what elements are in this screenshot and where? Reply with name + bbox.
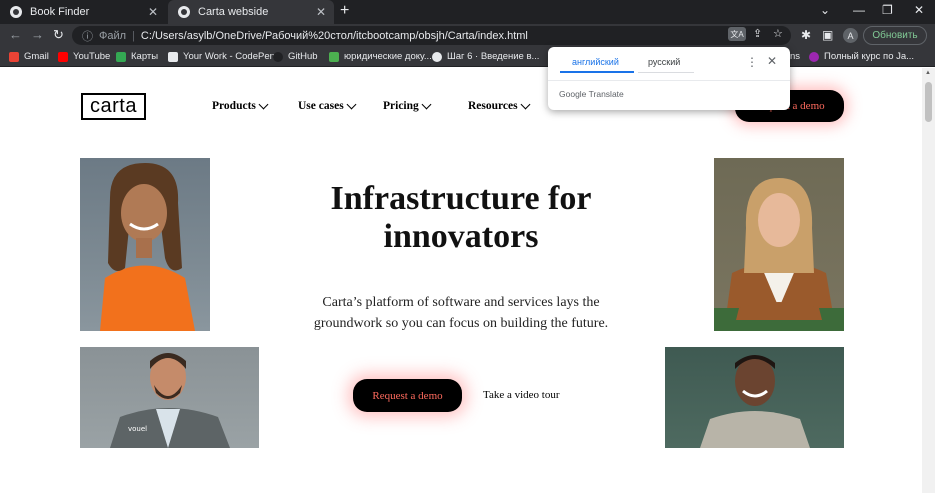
chevron-down-icon — [258, 99, 269, 109]
chevron-down-icon — [520, 99, 531, 109]
translate-icon[interactable]: 文A — [728, 27, 746, 41]
tab-close-icon[interactable]: ✕ — [316, 5, 326, 19]
reload-icon[interactable]: ↻ — [53, 27, 64, 43]
bookmark-step6[interactable]: Шаг 6 · Введение в... — [432, 51, 539, 62]
update-button[interactable]: Обновить — [863, 26, 927, 45]
hero-subheadline: Carta’s platform of software and service… — [313, 295, 609, 331]
github-icon — [273, 51, 283, 62]
more-options-icon[interactable]: ⋮ — [746, 55, 758, 69]
globe-icon — [10, 6, 22, 18]
side-panel-icon[interactable]: ▣ — [822, 28, 833, 42]
scroll-up-arrow-icon[interactable]: ▲ — [925, 70, 931, 76]
bookmark-ja-course[interactable]: Полный курс по Ja... — [809, 51, 914, 62]
gmail-icon — [9, 51, 19, 62]
tab-search-icon[interactable]: ⌄ — [820, 3, 830, 17]
tab-divider — [638, 72, 694, 73]
chevron-down-icon — [346, 99, 357, 109]
page-content: carta Products Use cases Pricing Resourc… — [0, 68, 922, 493]
nav-products[interactable]: Products — [212, 99, 269, 112]
browser-toolbar: ← → ↻ ⓘ Файл | C:/Users/asylb/OneDrive/Р… — [0, 24, 935, 47]
tab-close-icon[interactable]: ✕ — [148, 5, 158, 19]
portrait-photo-4 — [665, 347, 844, 448]
page-scrollbar[interactable]: ▲ — [922, 68, 935, 493]
target-language-tab[interactable]: русский — [648, 57, 680, 67]
nav-pricing[interactable]: Pricing — [383, 99, 432, 112]
carta-logo[interactable]: carta — [81, 93, 146, 120]
new-tab-button[interactable]: + — [340, 2, 349, 20]
portrait-illustration — [700, 355, 810, 448]
source-language-tab[interactable]: английский — [572, 57, 619, 67]
tab-title: Book Finder — [30, 6, 90, 18]
close-icon[interactable]: ✕ — [767, 54, 777, 68]
maps-icon — [116, 51, 126, 62]
request-demo-hero-button[interactable]: Request a demo — [353, 379, 462, 412]
bookmark-maps[interactable]: Карты — [116, 51, 158, 62]
tab-strip: Book Finder ✕ Carta webside ✕ + ⌄ — ❐ ✕ — [0, 0, 935, 24]
vest-logo-text: vouel — [128, 425, 147, 433]
omnibox-divider: | — [132, 29, 135, 42]
bookmarks-bar: Gmail YouTube Карты Your Work - CodePen … — [0, 47, 935, 67]
bookmark-partial[interactable]: ns — [790, 51, 800, 62]
bookmark-gmail[interactable]: Gmail — [9, 51, 49, 62]
minimize-button[interactable]: — — [853, 3, 865, 17]
bookmark-github[interactable]: GitHub — [273, 51, 318, 62]
close-window-button[interactable]: ✕ — [914, 3, 924, 17]
url-text[interactable]: C:/Users/asylb/OneDrive/Рабочий%20стол/i… — [141, 30, 528, 42]
share-icon[interactable]: ⇪ — [753, 27, 762, 40]
profile-avatar[interactable]: A — [843, 28, 858, 43]
address-bar[interactable]: ⓘ Файл | C:/Users/asylb/OneDrive/Рабочий… — [72, 26, 791, 45]
bookmark-youtube[interactable]: YouTube — [58, 51, 110, 62]
back-arrow-icon[interactable]: ← — [9, 27, 22, 42]
info-icon[interactable]: ⓘ — [82, 28, 93, 44]
bookmark-site-icon — [432, 51, 442, 62]
portrait-illustration — [100, 163, 195, 331]
bookmark-legal-docs[interactable]: юридические доку... — [329, 51, 432, 62]
forward-arrow-icon[interactable]: → — [31, 27, 44, 42]
portrait-photo-2 — [714, 158, 844, 331]
restore-button[interactable]: ❐ — [882, 3, 893, 17]
portrait-photo-3: vouel — [80, 347, 259, 448]
bookmark-star-icon[interactable]: ☆ — [773, 27, 783, 40]
chevron-down-icon — [421, 99, 432, 109]
portrait-illustration: vouel — [110, 353, 230, 448]
codepen-icon — [168, 51, 178, 62]
google-translate-brand: Google Translate — [559, 89, 624, 99]
portrait-photo-1 — [80, 158, 210, 331]
tab-carta-webside[interactable]: Carta webside ✕ — [168, 0, 334, 24]
bookmark-site-icon — [809, 51, 819, 62]
tab-title: Carta webside — [198, 6, 269, 18]
translate-popup: английский русский ⋮ ✕ Google Translate — [548, 47, 790, 110]
nav-use-cases[interactable]: Use cases — [298, 99, 357, 112]
scrollbar-thumb[interactable] — [925, 82, 932, 122]
active-tab-indicator — [560, 71, 634, 73]
portrait-illustration — [714, 178, 844, 331]
bookmark-site-icon — [329, 51, 339, 62]
tab-book-finder[interactable]: Book Finder ✕ — [0, 0, 166, 24]
video-tour-link[interactable]: Take a video tour — [483, 389, 560, 401]
globe-icon — [178, 6, 190, 18]
bookmark-codepen[interactable]: Your Work - CodePen — [168, 51, 275, 62]
hero-headline: Infrastructure for innovators — [330, 180, 592, 255]
nav-resources[interactable]: Resources — [468, 99, 531, 112]
extensions-icon[interactable]: ✱ — [801, 28, 811, 42]
scheme-label: Файл — [99, 29, 127, 42]
popup-divider — [548, 80, 790, 81]
youtube-icon — [58, 51, 68, 62]
